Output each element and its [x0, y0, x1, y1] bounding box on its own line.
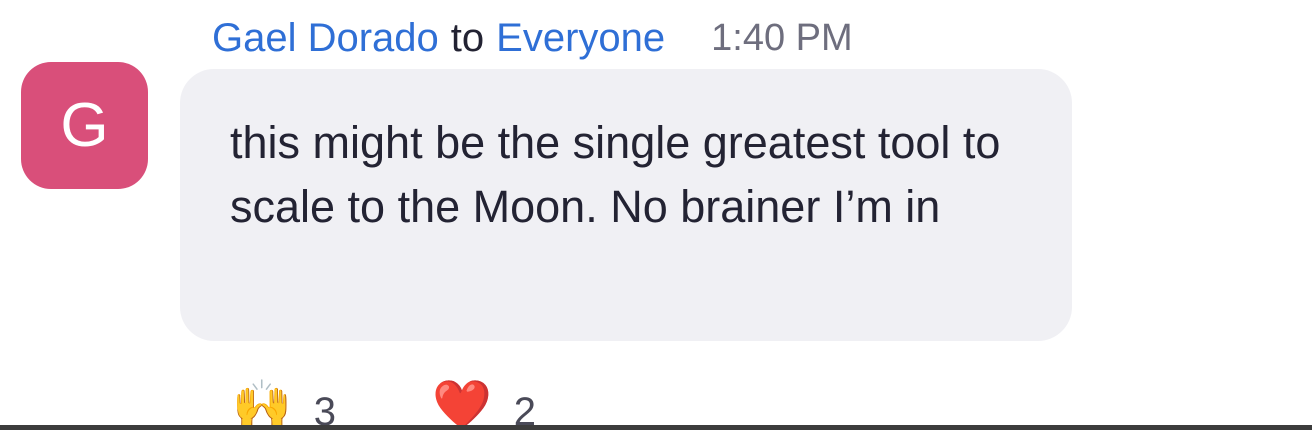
- to-label: to: [450, 15, 485, 60]
- red-heart-icon: ❤️: [432, 379, 492, 430]
- sender-name[interactable]: Gael Dorado: [212, 16, 439, 61]
- reaction-raising-hands[interactable]: 🙌 3: [232, 376, 336, 430]
- message-text: this might be the single greatest tool t…: [230, 117, 1001, 232]
- avatar-initial: G: [60, 91, 109, 160]
- chat-message: Gael Dorado to Everyone 1:40 PM G this m…: [0, 0, 1312, 430]
- raising-hands-icon: 🙌: [232, 379, 292, 430]
- recipient-name[interactable]: Everyone: [496, 16, 665, 61]
- reaction-count: 2: [513, 390, 537, 430]
- message-timestamp: 1:40 PM: [711, 16, 853, 59]
- message-bubble[interactable]: this might be the single greatest tool t…: [180, 69, 1072, 341]
- reaction-count: 3: [313, 390, 337, 430]
- reactions-bar: 🙌 3 ❤️ 2: [232, 376, 632, 430]
- reaction-heart[interactable]: ❤️ 2: [432, 376, 536, 430]
- avatar[interactable]: G: [21, 62, 148, 189]
- message-header: Gael Dorado to Everyone 1:40 PM: [212, 12, 853, 64]
- divider: [0, 425, 1312, 430]
